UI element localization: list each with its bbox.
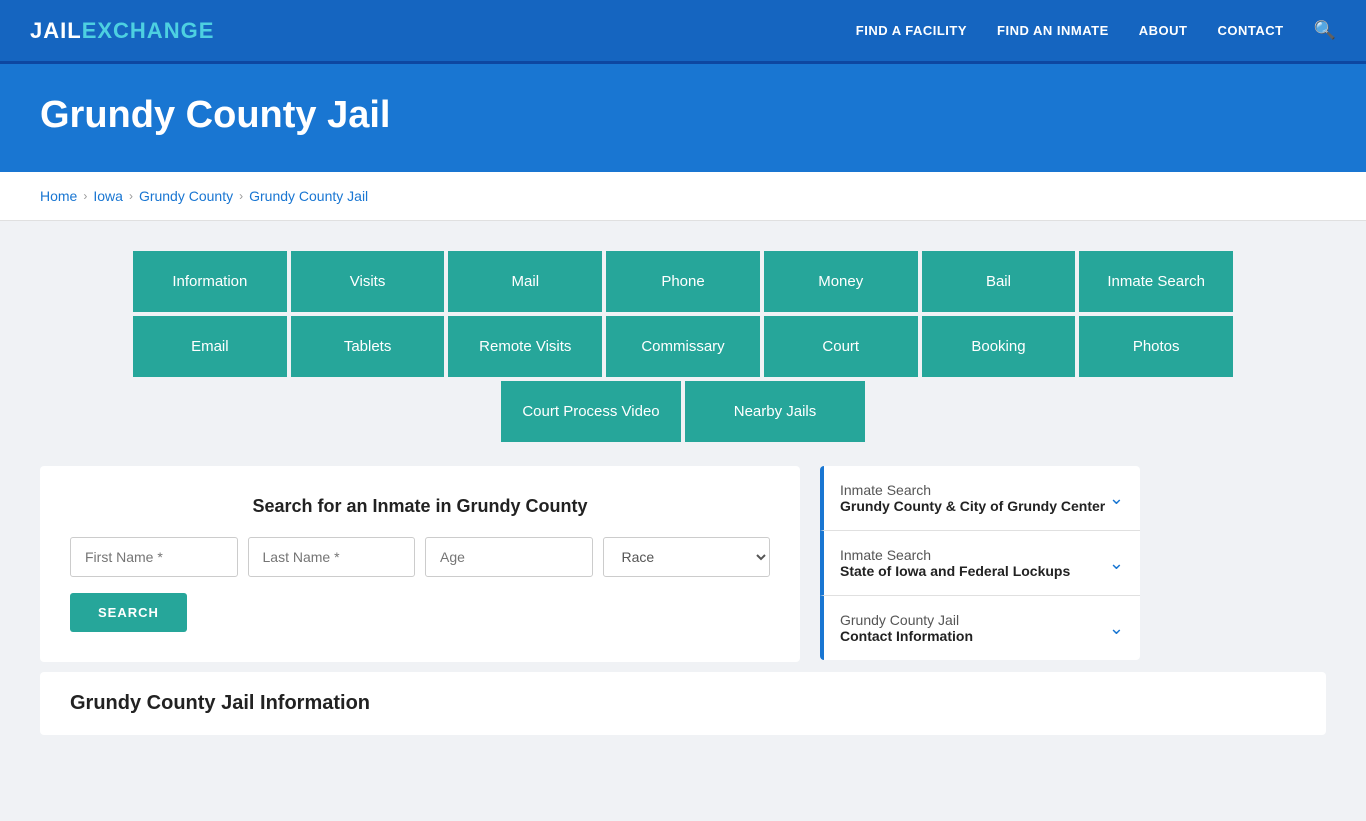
breadcrumb: Home › Iowa › Grundy County › Grundy Cou… bbox=[0, 172, 1366, 221]
main-content: Information Visits Mail Phone Money Bail… bbox=[0, 221, 1366, 821]
btn-court[interactable]: Court bbox=[764, 316, 918, 377]
last-name-input[interactable] bbox=[248, 537, 416, 577]
breadcrumb-grundy-county[interactable]: Grundy County bbox=[139, 188, 233, 204]
brand-logo[interactable]: JAIL EXCHANGE bbox=[30, 18, 214, 44]
btn-email[interactable]: Email bbox=[133, 316, 287, 377]
nav-find-facility[interactable]: FIND A FACILITY bbox=[856, 23, 967, 38]
sidebar-card-iowa-federal[interactable]: Inmate Search State of Iowa and Federal … bbox=[820, 531, 1140, 596]
jail-info-section: Grundy County Jail Information bbox=[40, 672, 1326, 735]
inmate-search-form: Search for an Inmate in Grundy County Ra… bbox=[40, 466, 800, 662]
grid-row-3: Court Process Video Nearby Jails bbox=[133, 381, 1233, 442]
btn-bail[interactable]: Bail bbox=[922, 251, 1076, 312]
breadcrumb-home[interactable]: Home bbox=[40, 188, 77, 204]
sidebar-card-contact-info[interactable]: Grundy County Jail Contact Information ⌄ bbox=[820, 596, 1140, 660]
sidebar-card-subtitle-2: State of Iowa and Federal Lockups bbox=[840, 563, 1070, 579]
search-icon-button[interactable]: 🔍 bbox=[1314, 20, 1336, 41]
search-submit-button[interactable]: SEARCH bbox=[70, 593, 187, 632]
breadcrumb-iowa[interactable]: Iowa bbox=[93, 188, 123, 204]
hero-section: Grundy County Jail bbox=[0, 64, 1366, 172]
sidebar: Inmate Search Grundy County & City of Gr… bbox=[820, 466, 1140, 662]
sidebar-card-subtitle-1: Grundy County & City of Grundy Center bbox=[840, 498, 1105, 514]
btn-information[interactable]: Information bbox=[133, 251, 287, 312]
btn-court-process-video[interactable]: Court Process Video bbox=[501, 381, 681, 442]
sidebar-card-grundy-county[interactable]: Inmate Search Grundy County & City of Gr… bbox=[820, 466, 1140, 531]
btn-nearby-jails[interactable]: Nearby Jails bbox=[685, 381, 865, 442]
chevron-down-icon-1: ⌄ bbox=[1109, 488, 1124, 509]
btn-phone[interactable]: Phone bbox=[606, 251, 760, 312]
sidebar-card-subtitle-3: Contact Information bbox=[840, 628, 973, 644]
chevron-down-icon-2: ⌄ bbox=[1109, 553, 1124, 574]
chevron-down-icon-3: ⌄ bbox=[1109, 618, 1124, 639]
btn-money[interactable]: Money bbox=[764, 251, 918, 312]
btn-tablets[interactable]: Tablets bbox=[291, 316, 445, 377]
sidebar-card-title-1: Inmate Search bbox=[840, 482, 1105, 498]
breadcrumb-current: Grundy County Jail bbox=[249, 188, 368, 204]
sidebar-card-title-2: Inmate Search bbox=[840, 547, 1070, 563]
navbar: JAIL EXCHANGE FIND A FACILITY FIND AN IN… bbox=[0, 0, 1366, 64]
breadcrumb-sep-2: › bbox=[129, 189, 133, 203]
brand-jail: JAIL bbox=[30, 18, 82, 44]
breadcrumb-sep-3: › bbox=[239, 189, 243, 203]
nav-find-inmate[interactable]: FIND AN INMATE bbox=[997, 23, 1109, 38]
btn-booking[interactable]: Booking bbox=[922, 316, 1076, 377]
sidebar-card-text-2: Inmate Search State of Iowa and Federal … bbox=[840, 547, 1070, 579]
breadcrumb-sep-1: › bbox=[83, 189, 87, 203]
brand-exchange: EXCHANGE bbox=[82, 18, 215, 44]
navbar-links: FIND A FACILITY FIND AN INMATE ABOUT CON… bbox=[856, 20, 1336, 41]
btn-remote-visits[interactable]: Remote Visits bbox=[448, 316, 602, 377]
lower-section: Search for an Inmate in Grundy County Ra… bbox=[40, 466, 1140, 662]
race-select[interactable]: Race White Black Hispanic Asian Other bbox=[603, 537, 771, 577]
search-form-title: Search for an Inmate in Grundy County bbox=[70, 496, 770, 517]
nav-about[interactable]: ABOUT bbox=[1139, 23, 1188, 38]
sidebar-card-text-3: Grundy County Jail Contact Information bbox=[840, 612, 973, 644]
btn-mail[interactable]: Mail bbox=[448, 251, 602, 312]
age-input[interactable] bbox=[425, 537, 593, 577]
btn-visits[interactable]: Visits bbox=[291, 251, 445, 312]
grid-row-2: Email Tablets Remote Visits Commissary C… bbox=[133, 316, 1233, 377]
sidebar-card-title-3: Grundy County Jail bbox=[840, 612, 973, 628]
btn-inmate-search[interactable]: Inmate Search bbox=[1079, 251, 1233, 312]
first-name-input[interactable] bbox=[70, 537, 238, 577]
grid-row-1: Information Visits Mail Phone Money Bail… bbox=[133, 251, 1233, 312]
nav-contact[interactable]: CONTACT bbox=[1217, 23, 1283, 38]
page-title: Grundy County Jail bbox=[40, 94, 1326, 137]
search-fields: Race White Black Hispanic Asian Other bbox=[70, 537, 770, 577]
btn-commissary[interactable]: Commissary bbox=[606, 316, 760, 377]
btn-photos[interactable]: Photos bbox=[1079, 316, 1233, 377]
navigation-grid: Information Visits Mail Phone Money Bail… bbox=[133, 251, 1233, 446]
jail-info-title: Grundy County Jail Information bbox=[70, 692, 1296, 715]
sidebar-card-text-1: Inmate Search Grundy County & City of Gr… bbox=[840, 482, 1105, 514]
